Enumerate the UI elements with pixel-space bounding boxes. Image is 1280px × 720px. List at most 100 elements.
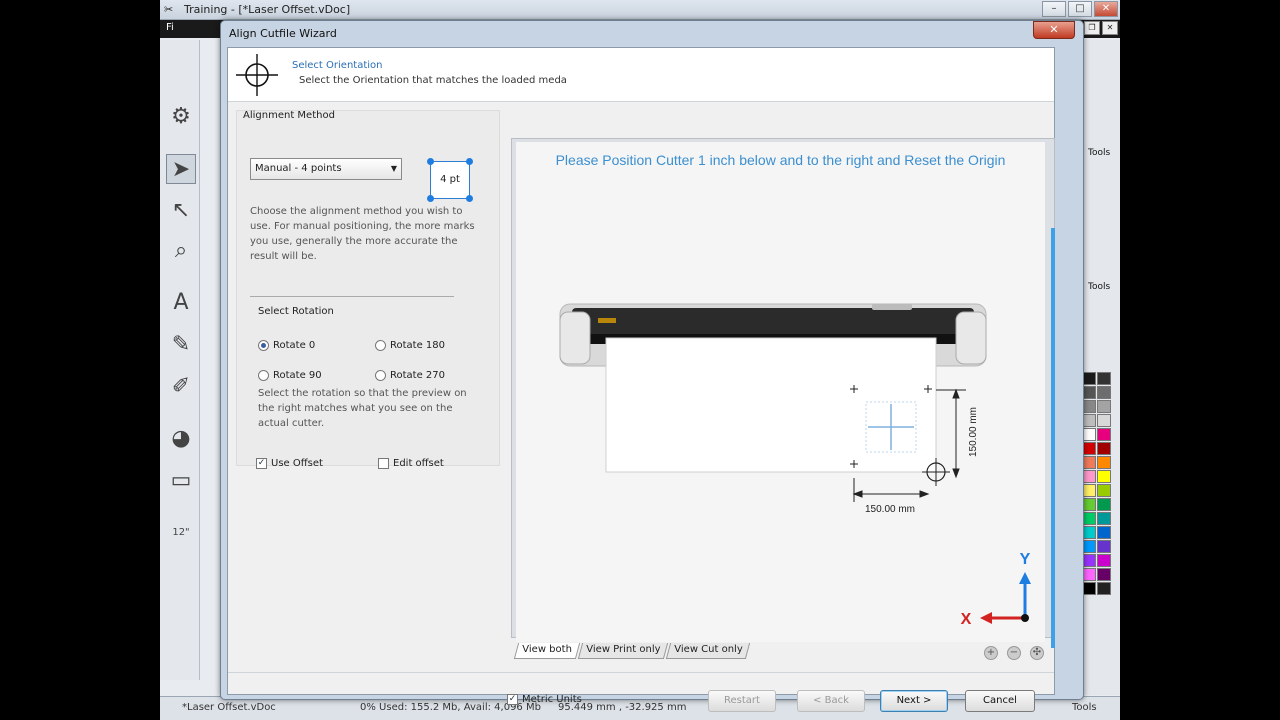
color-swatch[interactable] (1082, 414, 1096, 427)
radio-icon (375, 340, 386, 351)
zoom-out-icon[interactable]: − (1007, 646, 1021, 660)
dialog-titlebar: Align Cutfile Wizard ✕ (221, 21, 1083, 47)
color-swatch[interactable] (1097, 582, 1111, 595)
color-swatch[interactable] (1082, 512, 1096, 525)
menu-file[interactable]: Fi (166, 22, 174, 33)
radio-rotate-180[interactable]: Rotate 180 (375, 340, 445, 351)
app-titlebar: ✂ Training - [*Laser Offset.vDoc] – □ ✕ (160, 0, 1120, 20)
status-tools: Tools (1072, 702, 1097, 713)
metric-units-checkbox[interactable]: ✓ Metric Units (507, 694, 582, 705)
corner-dot-icon (466, 195, 473, 202)
color-swatch[interactable] (1097, 400, 1111, 413)
text-tool-icon[interactable]: A (166, 288, 196, 318)
color-swatch[interactable] (1082, 554, 1096, 567)
radio-rotate-90[interactable]: Rotate 90 (258, 370, 322, 381)
radio-rotate-0[interactable]: Rotate 0 (258, 340, 315, 351)
axis-y-label: Y (1020, 551, 1031, 568)
alignment-method-value: Manual - 4 points (255, 163, 342, 174)
minimize-icon[interactable]: – (1042, 1, 1066, 17)
status-document: *Laser Offset.vDoc (182, 702, 276, 713)
color-swatch[interactable] (1082, 498, 1096, 511)
node-edit-icon[interactable]: ↖ (166, 196, 196, 226)
radio-icon (375, 370, 386, 381)
color-swatch[interactable] (1082, 428, 1096, 441)
rectangle-icon[interactable]: ▭ (166, 466, 196, 496)
restart-button[interactable]: Restart (708, 690, 776, 712)
select-rotation-label: Select Rotation (258, 306, 334, 317)
select-arrow-icon[interactable]: ➤ (166, 154, 196, 184)
chevron-down-icon: ▼ (390, 164, 397, 173)
color-swatch[interactable] (1082, 386, 1096, 399)
four-point-badge: 4 pt (427, 158, 473, 202)
corner-dot-icon (427, 158, 434, 165)
dialog-body: Select Orientation Select the Orientatio… (227, 47, 1055, 712)
settings-gear-icon[interactable]: ⚙ (166, 102, 196, 132)
edit-offset-checkbox[interactable]: Edit offset (378, 458, 444, 469)
use-offset-checkbox[interactable]: ✓ Use Offset (256, 458, 323, 469)
cancel-button[interactable]: Cancel (965, 690, 1035, 712)
checkbox-checked-icon: ✓ (507, 694, 518, 705)
maximize-icon[interactable]: □ (1068, 1, 1092, 17)
close-icon[interactable]: ✕ (1094, 1, 1118, 17)
rotation-description: Select the rotation so that the preview … (258, 388, 467, 429)
color-swatch[interactable] (1097, 512, 1111, 525)
dialog-title: Align Cutfile Wizard (229, 27, 337, 40)
color-swatch[interactable] (1097, 554, 1111, 567)
ruler-icon[interactable]: 12" (166, 518, 196, 548)
tab-view-both[interactable]: View both (513, 643, 580, 659)
crosshair-icon (236, 54, 278, 96)
align-cutfile-wizard-dialog: Align Cutfile Wizard ✕ Select Orientatio… (220, 20, 1084, 712)
color-swatch[interactable] (1097, 442, 1111, 455)
step-subtitle: Select the Orientation that matches the … (299, 75, 567, 86)
alignment-description: Choose the alignment method you wish to … (250, 206, 475, 262)
color-swatch[interactable] (1082, 568, 1096, 581)
color-swatch[interactable] (1082, 456, 1096, 469)
zoom-controls: + − ✣ (984, 646, 1044, 660)
color-swatch[interactable] (1082, 526, 1096, 539)
mdi-restore-icon[interactable]: ❐ (1084, 21, 1100, 35)
dialog-close-icon[interactable]: ✕ (1033, 21, 1075, 39)
mdi-close-icon[interactable]: ✕ (1102, 21, 1118, 35)
left-toolbar: ⚙ ➤ ↖ ⌕ A ✎ ✐ ◕ ▭ 12" (160, 40, 200, 680)
color-swatch[interactable] (1097, 414, 1111, 427)
app-logo-icon: ✂ (164, 3, 174, 16)
tab-view-print-only[interactable]: View Print only (577, 643, 669, 659)
color-swatch[interactable] (1097, 526, 1111, 539)
corner-dot-icon (466, 158, 473, 165)
color-swatch[interactable] (1097, 540, 1111, 553)
color-swatch[interactable] (1082, 372, 1096, 385)
zoom-in-icon[interactable]: + (984, 646, 998, 660)
step-title: Select Orientation (292, 60, 383, 71)
section-divider (250, 296, 454, 297)
color-swatch[interactable] (1097, 484, 1111, 497)
color-swatch[interactable] (1082, 470, 1096, 483)
back-button[interactable]: < Back (797, 690, 865, 712)
color-swatch[interactable] (1082, 442, 1096, 455)
color-swatch[interactable] (1082, 540, 1096, 553)
color-palette (1082, 372, 1112, 596)
corner-dot-icon (427, 195, 434, 202)
color-swatch[interactable] (1082, 400, 1096, 413)
radio-rotate-270[interactable]: Rotate 270 (375, 370, 445, 381)
color-swatch[interactable] (1097, 428, 1111, 441)
horizontal-dimension (852, 478, 930, 502)
pen-icon[interactable]: ✎ (166, 330, 196, 360)
alignment-method-dropdown[interactable]: Manual - 4 points ▼ (250, 158, 402, 180)
color-swatch[interactable] (1097, 456, 1111, 469)
color-swatch[interactable] (1082, 484, 1096, 497)
zoom-icon[interactable]: ⌕ (166, 236, 196, 266)
preview-scrollbar[interactable] (1051, 228, 1055, 648)
next-button[interactable]: Next > (880, 690, 948, 712)
color-swatch[interactable] (1097, 470, 1111, 483)
zoom-fit-icon[interactable]: ✣ (1030, 646, 1044, 660)
color-swatch[interactable] (1097, 498, 1111, 511)
color-swatch[interactable] (1097, 386, 1111, 399)
paint-icon[interactable]: ✐ (166, 372, 196, 402)
color-swatch[interactable] (1097, 372, 1111, 385)
vertical-dimension-label: 150.00 mm (968, 407, 979, 457)
point-badge-label: 4 pt (440, 174, 460, 185)
color-swatch[interactable] (1097, 568, 1111, 581)
shape-icon[interactable]: ◕ (166, 424, 196, 454)
color-swatch[interactable] (1082, 582, 1096, 595)
tab-view-cut-only[interactable]: View Cut only (665, 643, 751, 659)
